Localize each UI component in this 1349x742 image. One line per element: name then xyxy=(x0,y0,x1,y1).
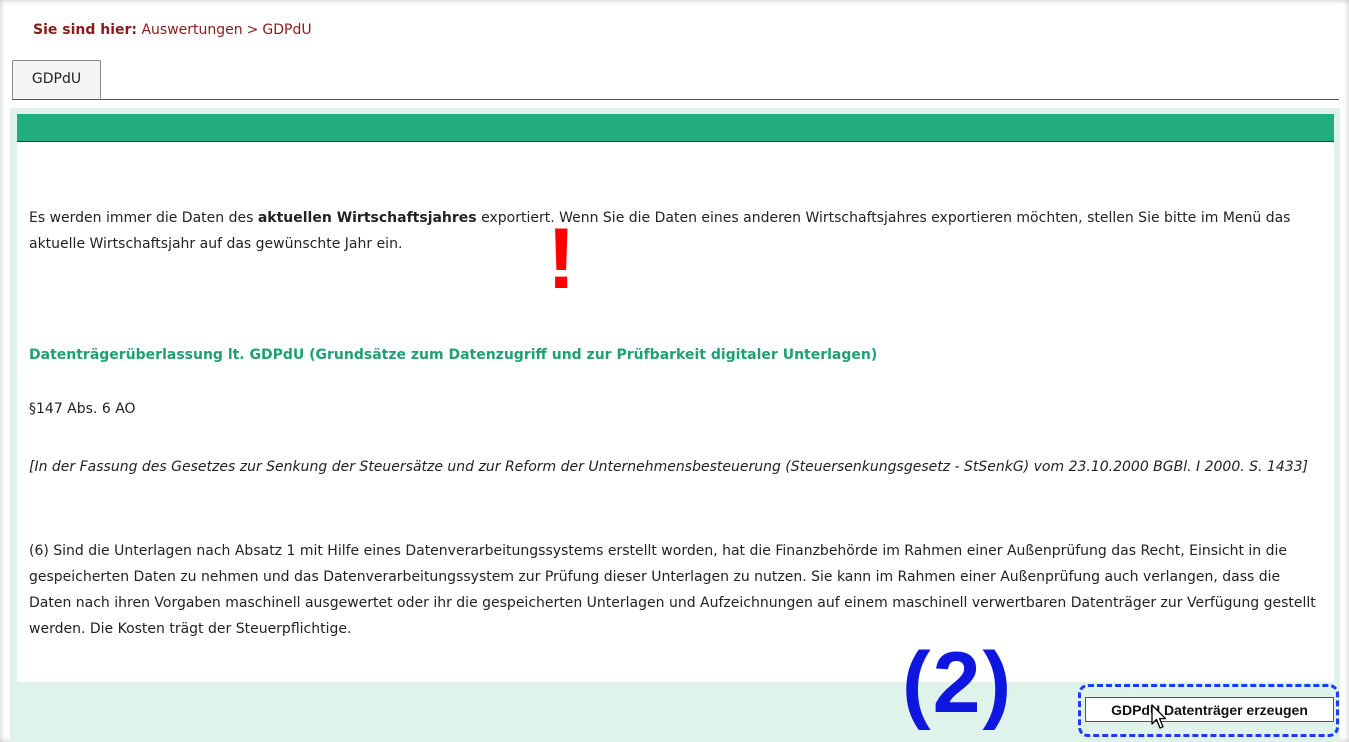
breadcrumb: Sie sind hier: Auswertungen > GDPdU xyxy=(33,22,312,38)
intro-text: Es werden immer die Daten des aktuellen … xyxy=(29,205,1319,257)
tab-gdpdu[interactable]: GDPdU xyxy=(12,60,101,99)
law-text: (6) Sind die Unterlagen nach Absatz 1 mi… xyxy=(29,543,1316,637)
paragraph-reference: §147 Abs. 6 AO xyxy=(29,401,136,417)
intro-text-part1: Es werden immer die Daten des xyxy=(29,210,258,226)
breadcrumb-lead: Sie sind hier: xyxy=(33,22,138,38)
breadcrumb-separator: > xyxy=(246,22,259,38)
create-datatraeger-button[interactable]: GDPdU Datenträger erzeugen xyxy=(1085,697,1334,722)
intro-text-bold: aktuellen Wirtschaftsjahres xyxy=(257,210,477,226)
italic-note: [In der Fassung des Gesetzes zur Senkung… xyxy=(29,459,1309,475)
section-heading: Datenträgerüberlassung lt. GDPdU (Grunds… xyxy=(29,347,878,363)
panel-header-bar xyxy=(17,114,1334,142)
step-marker-annotation: (2) xyxy=(902,635,1014,731)
breadcrumb-current: GDPdU xyxy=(262,22,312,38)
breadcrumb-link-auswertungen[interactable]: Auswertungen xyxy=(141,22,242,38)
mouse-pointer-icon xyxy=(1151,704,1167,729)
tab-bar: GDPdU xyxy=(12,60,1339,100)
exclamation-annotation: ! xyxy=(547,211,576,307)
